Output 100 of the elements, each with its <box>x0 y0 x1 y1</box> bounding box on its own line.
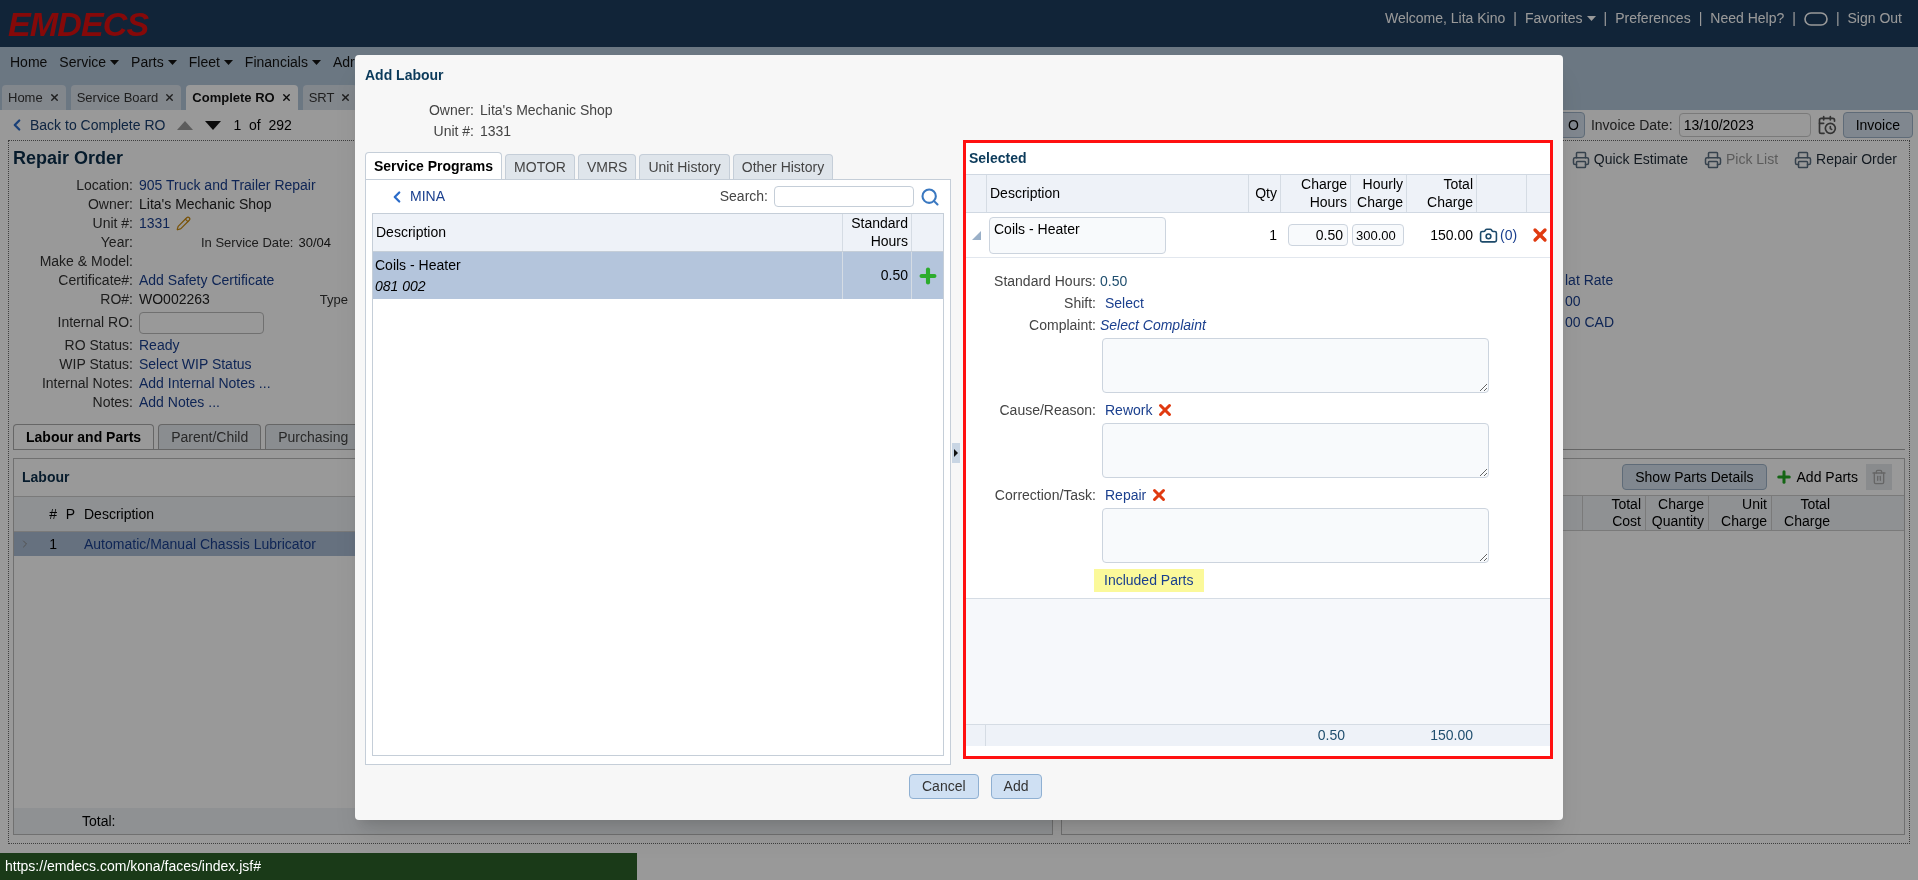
dialog-tab[interactable]: Unit History <box>639 154 730 179</box>
nav-menu-item[interactable]: Parts <box>131 51 177 73</box>
section-tab[interactable]: Parent/Child <box>158 424 262 449</box>
print-link-label: Pick List <box>1725 150 1779 169</box>
dialog-tab[interactable]: Service Programs <box>365 152 503 179</box>
dialog-tab[interactable]: VMRS <box>577 154 637 179</box>
detail-label: Standard Hours: <box>993 271 1096 291</box>
field-label: Unit #: <box>91 214 133 233</box>
breadcrumb-link[interactable]: MINA <box>388 186 445 207</box>
page-tab[interactable]: Home <box>2 85 66 110</box>
field-link[interactable]: Add Internal Notes ... <box>139 373 271 394</box>
show-parts-details-button[interactable]: Show Parts Details <box>1622 464 1767 490</box>
notes-field[interactable] <box>1102 508 1489 563</box>
pencil-icon[interactable] <box>176 216 192 231</box>
description-field[interactable]: Coils - Heater <box>989 216 1166 254</box>
chat-icon[interactable] <box>1803 11 1828 26</box>
status-bar: https://emdecs.com/kona/faces/index.jsf# <box>0 853 637 880</box>
collapse-handle[interactable] <box>952 442 960 463</box>
detail-value: 0.50 <box>1100 271 1128 291</box>
field-link[interactable]: Add Safety Certificate <box>139 270 275 291</box>
close-icon[interactable] <box>280 92 292 103</box>
nav-menu-item[interactable]: Home <box>10 51 48 73</box>
charge-hours-field[interactable]: 0.50 <box>1288 224 1348 246</box>
program-code: 081 002 <box>375 276 427 296</box>
nav-menu-item[interactable]: Adr <box>332 51 355 73</box>
section-tab[interactable]: Labour and Parts <box>13 424 155 449</box>
attachments-link[interactable]: (0) <box>1500 224 1518 246</box>
triangle-down-icon[interactable] <box>205 120 222 130</box>
detail-link[interactable]: Select Complaint <box>1100 314 1206 336</box>
detail-link[interactable]: Repair <box>1105 484 1147 506</box>
dialog-tab[interactable]: MOTOR <box>505 154 575 179</box>
close-icon[interactable] <box>340 92 352 103</box>
field-link[interactable]: Ready <box>139 335 180 356</box>
detail-link[interactable]: Select <box>1105 292 1144 314</box>
print-link-label: Repair Order <box>1816 150 1897 169</box>
page-tab[interactable]: Service Board <box>70 85 182 110</box>
page-tab[interactable]: Complete RO <box>186 85 298 110</box>
close-icon[interactable] <box>164 92 176 103</box>
rate-text: 00 CAD <box>1565 313 1616 332</box>
header-link[interactable]: Preferences <box>1615 8 1691 29</box>
nav-menu-item[interactable]: Fleet <box>188 51 233 73</box>
detail-label: Shift: <box>1063 293 1096 313</box>
hourly-charge-field[interactable]: 300.00 <box>1352 224 1404 246</box>
field-label: RO#: <box>99 290 133 309</box>
program-row[interactable]: Coils - Heater 081 002 0.50 <box>373 252 943 299</box>
header-link[interactable]: Need Help? <box>1710 8 1785 29</box>
field-link[interactable]: Add Notes ... <box>139 392 220 413</box>
invoice-button[interactable]: Invoice <box>1842 112 1913 138</box>
column-header: Hourly Charge <box>1350 175 1406 212</box>
caret-icon <box>1586 16 1596 21</box>
trash-icon <box>1871 469 1887 485</box>
delete-icon[interactable] <box>1530 225 1550 245</box>
page-tab[interactable]: SRT <box>302 85 358 110</box>
total-hours: 0.50 <box>1316 726 1346 745</box>
panel-title: Selected <box>968 149 1028 168</box>
field-label: WIP Status: <box>58 355 133 374</box>
printer-icon <box>1571 150 1590 169</box>
field-value: 30/04 <box>298 233 332 252</box>
print-link-label: Quick Estimate <box>1593 150 1688 169</box>
print-link[interactable]: Repair Order <box>1794 149 1897 170</box>
internal-ro-field[interactable] <box>139 311 264 334</box>
favorites-menu[interactable]: Favorites <box>1524 8 1596 29</box>
search-field[interactable] <box>774 186 914 207</box>
back-link[interactable]: Back to Complete RO <box>8 114 166 136</box>
included-parts-link[interactable]: Included Parts <box>1094 569 1204 592</box>
add-parts-button[interactable]: Add Parts <box>1774 466 1858 488</box>
notes-field[interactable] <box>1102 338 1489 393</box>
detail-label: Cause/Reason: <box>998 400 1096 420</box>
calendar-icon[interactable] <box>1816 115 1837 135</box>
dialog-tab[interactable]: Other History <box>732 154 834 179</box>
field-label: RO Status: <box>63 336 133 355</box>
owner-value: Lita's Mechanic Shop <box>480 101 613 120</box>
notes-field[interactable] <box>1102 423 1489 478</box>
caret-icon <box>167 59 177 65</box>
field-label: Type <box>319 290 348 309</box>
column-header: Qty <box>1248 175 1280 212</box>
separator: | <box>1792 9 1796 28</box>
field-value: WO002263 <box>139 290 210 309</box>
column-header: Total Cost <box>1582 495 1645 531</box>
nav-menu-item[interactable]: Financials <box>244 51 321 73</box>
field-label: Year: <box>99 233 133 252</box>
dialog-button[interactable]: Cancel <box>909 774 979 799</box>
nav-menu-item[interactable]: Service <box>59 51 120 73</box>
detail-link[interactable]: Rework <box>1105 399 1153 421</box>
field-link[interactable]: Select WIP Status <box>139 354 252 375</box>
print-link[interactable]: Quick Estimate <box>1571 149 1688 170</box>
close-icon[interactable] <box>48 92 60 103</box>
field-label: Internal Notes: <box>40 374 133 393</box>
field-link[interactable]: 905 Truck and Trailer Repair <box>139 175 316 196</box>
search-icon[interactable] <box>920 186 940 207</box>
header-link[interactable]: Sign Out <box>1847 8 1902 29</box>
invoice-date-field[interactable]: 13/10/2023 <box>1678 113 1811 137</box>
column-header: Description <box>986 175 1248 212</box>
triangle-up-icon[interactable] <box>177 120 194 130</box>
field-value: Lita's Mechanic Shop <box>139 195 272 214</box>
field-link[interactable]: 1331 <box>139 213 171 234</box>
unit-value: 1331 <box>480 122 512 141</box>
dialog-button[interactable]: Add <box>990 774 1042 799</box>
search-label: Search: <box>719 187 768 206</box>
camera-icon[interactable] <box>1479 225 1498 245</box>
